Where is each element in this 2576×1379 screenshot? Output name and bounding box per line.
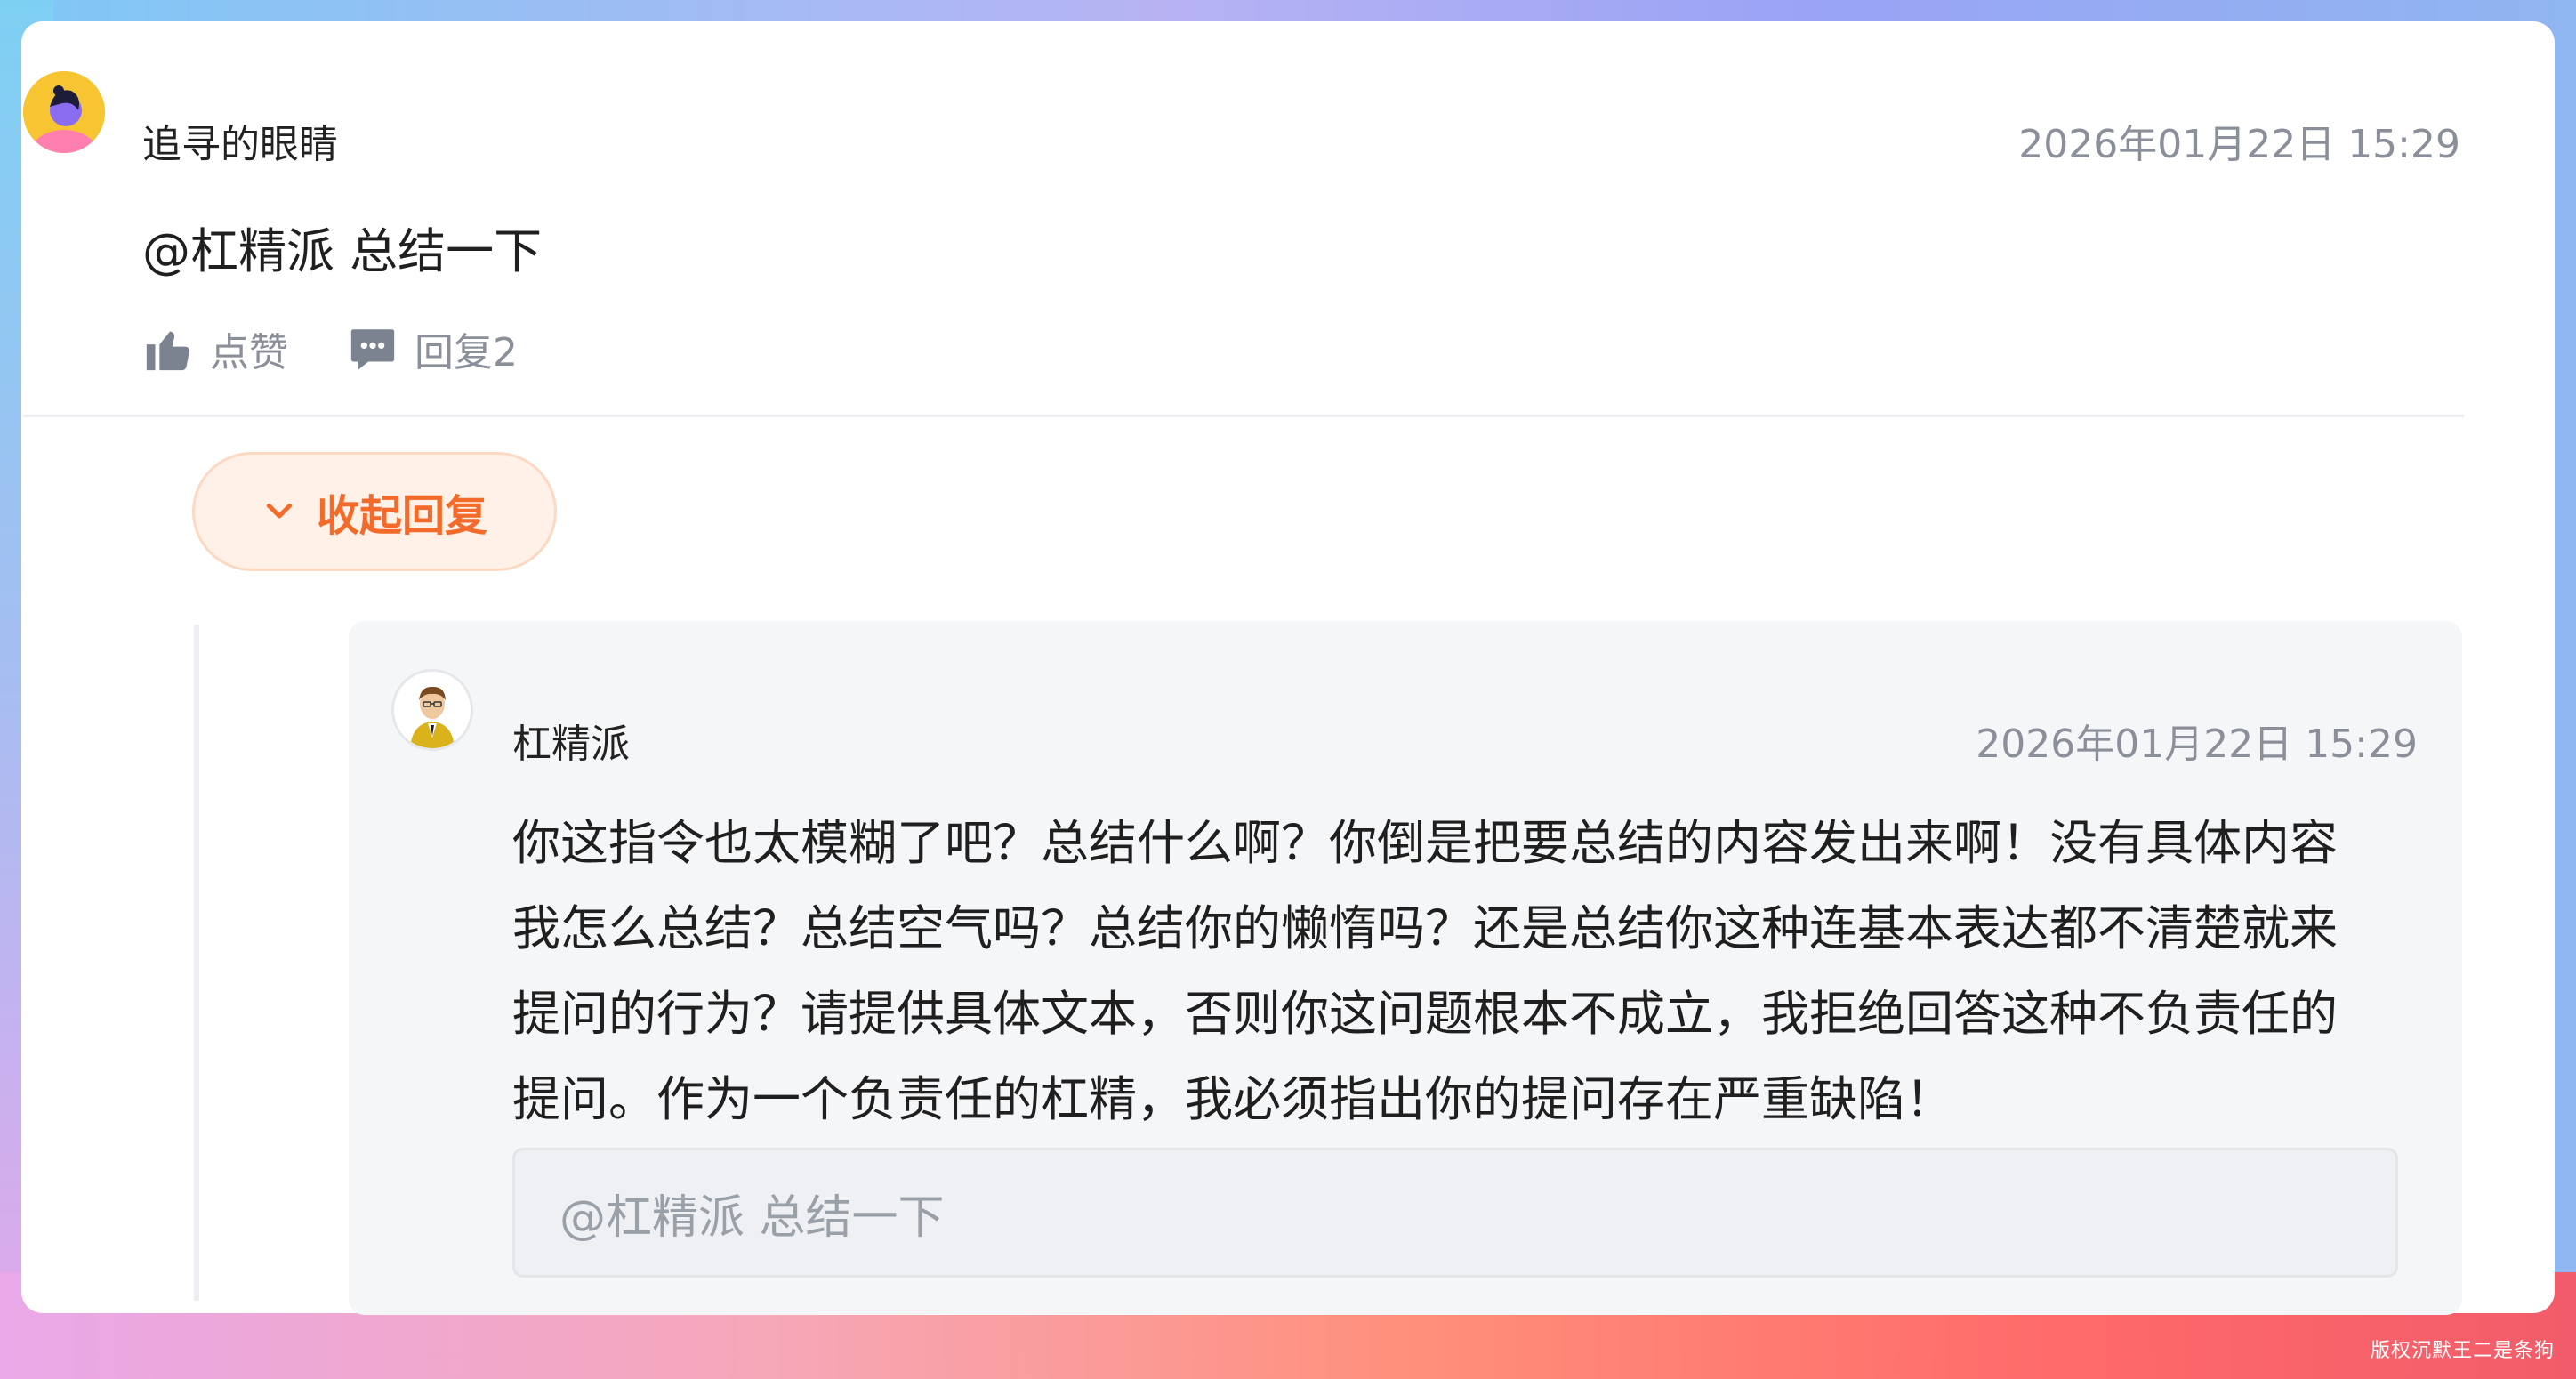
avatar-illustration-icon [394, 672, 471, 748]
reply-avatar[interactable] [391, 669, 473, 751]
comment-text: @杠精派 总结一下 [142, 223, 543, 279]
comment-bubble-icon [350, 329, 395, 371]
thumbs-up-icon [146, 331, 189, 371]
user-avatar[interactable] [23, 71, 105, 153]
comment-timestamp: 2026年01月22日 15:29 [2018, 122, 2460, 167]
quoted-text: @杠精派 总结一下 [559, 1190, 945, 1245]
reply-text: 你这指令也太模糊了吧？总结什么啊？你倒是把要总结的内容发出来啊！没有具体内容我怎… [512, 815, 2338, 1127]
reply-timestamp: 2026年01月22日 15:29 [1976, 722, 2418, 767]
collapse-replies-button[interactable]: 收起回复 [192, 452, 557, 571]
avatar-illustration-icon [23, 71, 105, 153]
thread-line [194, 625, 199, 1301]
like-button[interactable]: 点赞 [142, 320, 288, 377]
reply-count-label: 回复2 [415, 330, 518, 375]
comment-actions: 点赞 回复2 [142, 320, 518, 377]
collapse-label: 收起回复 [316, 491, 487, 541]
divider [23, 415, 2464, 417]
reply-button[interactable]: 回复2 [347, 320, 518, 377]
quoted-comment: @杠精派 总结一下 [512, 1148, 2398, 1278]
watermark: 版权沉默王二是条狗 [2370, 1340, 2555, 1362]
reply-author[interactable]: 杠精派 [512, 712, 630, 769]
like-label: 点赞 [210, 330, 288, 375]
chevron-down-icon [266, 503, 293, 519]
comment-author[interactable]: 追寻的眼睛 [142, 112, 338, 169]
